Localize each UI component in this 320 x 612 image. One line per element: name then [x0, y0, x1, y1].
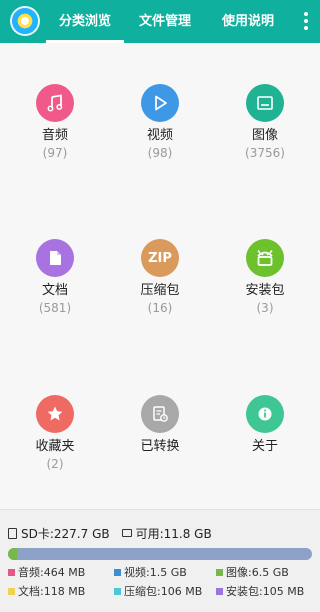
legend-text: 视频:1.5 GB [124, 566, 187, 579]
category-count: (97) [42, 146, 68, 160]
play-icon [141, 84, 179, 122]
legend-swatch [114, 568, 121, 576]
legend-swatch [216, 587, 223, 595]
category-count: (581) [38, 301, 72, 315]
category-converted[interactable]: 已转换 [107, 395, 213, 457]
category-label: 安装包 [245, 283, 285, 298]
category-documents[interactable]: 文档 (581) [2, 239, 108, 315]
category-count: (3) [256, 301, 274, 315]
app-header: 分类浏览 文件管理 使用说明 [0, 0, 320, 43]
legend-text: 音频:464 MB [18, 566, 86, 579]
sd-capacity-text: SD卡:227.7 GB [21, 526, 110, 541]
legend-swatch [8, 568, 15, 576]
category-about[interactable]: 关于 [212, 395, 318, 457]
category-label: 文档 [41, 283, 68, 298]
legend-video: 视频:1.5 GB [114, 565, 187, 579]
category-archives[interactable]: ZIP 压缩包 (16) [107, 239, 213, 315]
legend-swatch [8, 587, 15, 595]
category-label: 压缩包 [140, 283, 180, 298]
document-icon [36, 239, 74, 277]
category-count: (2) [46, 457, 64, 471]
tab-file-manager[interactable]: 文件管理 [124, 0, 206, 43]
image-icon [246, 84, 284, 122]
category-video[interactable]: 视频 (98) [107, 84, 213, 160]
category-label: 已转换 [140, 439, 180, 454]
category-favorites[interactable]: 收藏夹 (2) [2, 395, 108, 471]
tab-category-browse[interactable]: 分类浏览 [46, 0, 124, 43]
legend-text: 文档:118 MB [18, 585, 86, 598]
category-label: 音频 [41, 128, 68, 143]
legend-text: 安装包:105 MB [226, 585, 305, 598]
zip-icon: ZIP [141, 239, 179, 277]
legend-swatch [114, 587, 121, 595]
more-options-icon[interactable] [303, 12, 309, 32]
app-logo-icon [10, 6, 40, 36]
category-audio[interactable]: 音频 (97) [2, 84, 108, 160]
legend-archives: 压缩包:106 MB [114, 584, 202, 598]
category-count: (16) [147, 301, 173, 315]
storage-usage-bar [8, 548, 312, 560]
usage-segment-image [8, 548, 18, 560]
star-icon [36, 395, 74, 433]
category-label: 图像 [251, 128, 278, 143]
storage-drive-icon [121, 529, 132, 537]
legend-text: 压缩包:106 MB [124, 585, 203, 598]
legend-text: 图像:6.5 GB [226, 566, 289, 579]
tab-instructions[interactable]: 使用说明 [206, 0, 290, 43]
legend-apk: 安装包:105 MB [216, 584, 304, 598]
category-label: 收藏夹 [35, 439, 75, 454]
available-capacity-text: 可用:11.8 GB [135, 526, 212, 541]
storage-capacity: SD卡:227.7 GB 可用:11.8 GB [8, 526, 212, 541]
legend-documents: 文档:118 MB [8, 584, 85, 598]
legend-swatch [216, 568, 223, 576]
storage-summary: SD卡:227.7 GB 可用:11.8 GB 音频:464 MB 视频:1.5… [0, 509, 320, 612]
usage-segment-used-other [17, 548, 291, 560]
android-icon [246, 239, 284, 277]
legend-audio: 音频:464 MB [8, 565, 85, 579]
info-icon [246, 395, 284, 433]
category-apk[interactable]: 安装包 (3) [212, 239, 318, 315]
legend-image: 图像:6.5 GB [216, 565, 289, 579]
category-count: (98) [147, 146, 173, 160]
music-note-icon [36, 84, 74, 122]
sd-card-icon [8, 527, 17, 539]
category-label: 关于 [251, 439, 278, 454]
zip-icon-text: ZIP [148, 250, 172, 266]
category-image[interactable]: 图像 (3756) [212, 84, 318, 160]
converted-icon [141, 395, 179, 433]
category-count: (3756) [245, 146, 285, 160]
category-grid: 音频 (97) 视频 (98) 图像 (3756) 文档 (581) ZIP 压… [0, 43, 320, 509]
category-label: 视频 [146, 128, 173, 143]
